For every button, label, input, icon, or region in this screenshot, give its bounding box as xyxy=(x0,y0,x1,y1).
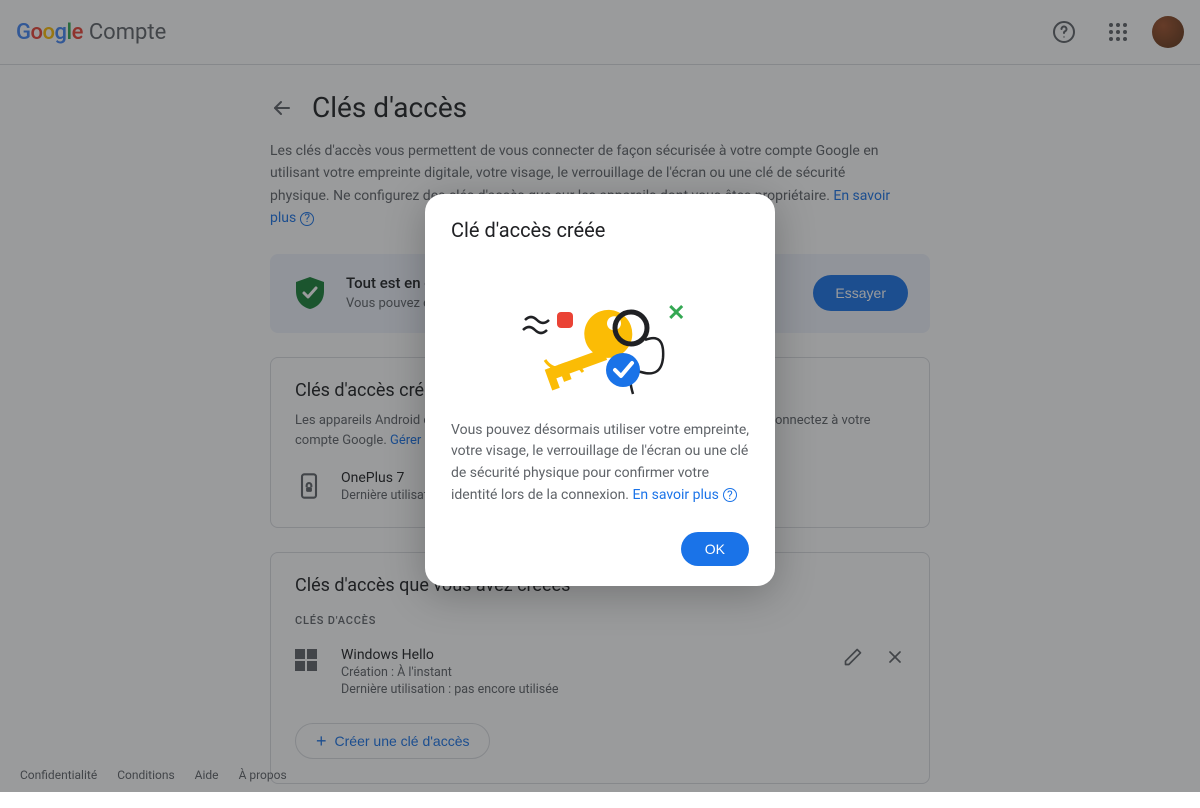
modal-body: Vous pouvez désormais utiliser votre emp… xyxy=(451,420,749,507)
modal-title: Clé d'accès créée xyxy=(451,218,749,242)
key-success-illustration: ✕ xyxy=(451,260,749,410)
passkey-created-dialog: Clé d'accès créée ✕ xyxy=(425,194,775,587)
modal-actions: OK xyxy=(451,532,749,566)
help-circle-icon: ? xyxy=(723,488,737,502)
ok-button[interactable]: OK xyxy=(681,532,749,566)
svg-text:✕: ✕ xyxy=(667,301,685,326)
modal-scrim[interactable]: Clé d'accès créée ✕ xyxy=(0,0,1200,792)
modal-learn-more-link[interactable]: En savoir plus? xyxy=(632,487,736,503)
